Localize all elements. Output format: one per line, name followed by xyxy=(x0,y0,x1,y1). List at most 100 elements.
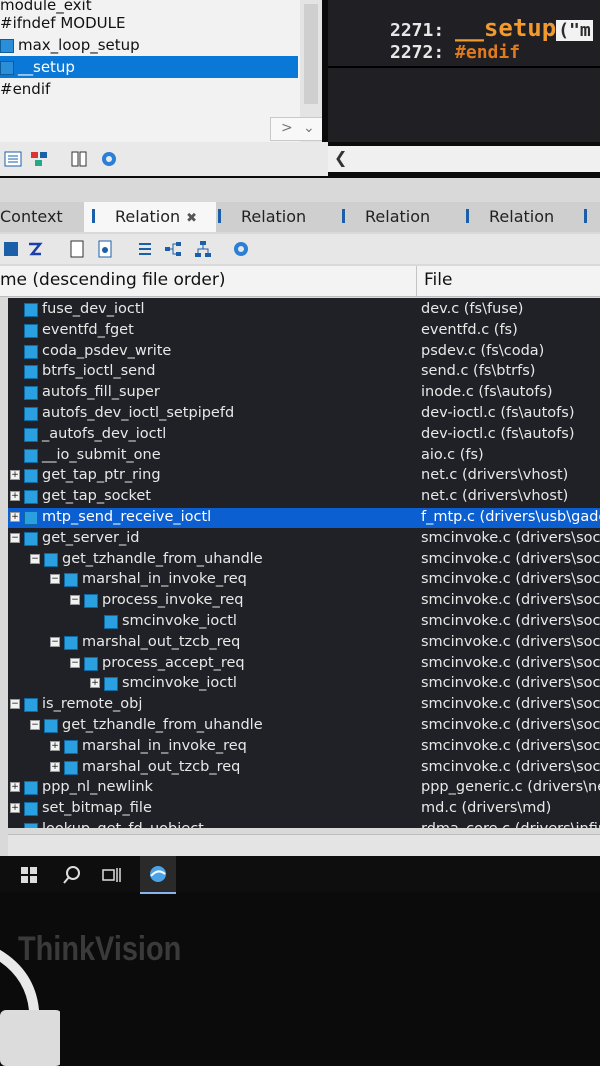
collapse-icon[interactable]: − xyxy=(30,720,40,730)
file-path: smcinvoke.c (drivers\soc\qc xyxy=(421,696,600,713)
tree-row[interactable]: − marshal_in_invoke_req smcinvoke.c (drive… xyxy=(8,570,600,590)
tree-row[interactable]: fuse_dev_ioctl dev.c (fs\fuse) xyxy=(8,300,600,320)
expand-icon[interactable]: + xyxy=(90,678,100,689)
expand-icon[interactable]: + xyxy=(10,491,20,502)
tree-row-selected[interactable]: + mtp_send_receive_ioctl f_mtp.c (drivers\… xyxy=(8,508,600,528)
tree-row[interactable]: lookup_get_fd_uobject rdma_core.c (driver… xyxy=(8,820,600,828)
horizontal-scrollbar[interactable]: ❮ xyxy=(328,146,600,172)
sort-icon[interactable] xyxy=(30,150,48,168)
collapse-icon[interactable]: − xyxy=(70,657,80,668)
chevron-right-icon[interactable]: > xyxy=(281,120,293,136)
gear-icon[interactable] xyxy=(100,150,118,168)
search-icon[interactable] xyxy=(62,865,82,885)
code-line: 2271: __setup ("m xyxy=(390,14,593,42)
tree-row[interactable]: eventfd_fget eventfd.c (fs) xyxy=(8,321,600,341)
taskbar-app-active[interactable] xyxy=(140,856,176,894)
tree-row[interactable]: − marshal_out_tzcb_req smcinvoke.c (driver… xyxy=(8,633,600,653)
refresh-icon[interactable] xyxy=(26,240,44,258)
function-name: eventfd_fget xyxy=(42,321,134,338)
function-name: get_tap_ptr_ring xyxy=(42,467,161,484)
symbol-text: __setup xyxy=(18,58,75,76)
relation-icon xyxy=(342,209,359,223)
tree-row[interactable]: + marshal_in_invoke_req smcinvoke.c (drive… xyxy=(8,737,600,757)
code-function: __setup xyxy=(455,14,557,42)
close-icon[interactable]: ✖ xyxy=(186,211,197,226)
expand-icon[interactable]: + xyxy=(10,803,20,814)
symbol-line[interactable]: #endif xyxy=(0,78,50,100)
task-view-icon[interactable] xyxy=(102,866,122,884)
book-icon[interactable] xyxy=(70,150,88,168)
collapse-icon[interactable]: − xyxy=(10,699,20,710)
relation-tree[interactable]: fuse_dev_ioctl dev.c (fs\fuse) eventfd_fge… xyxy=(8,298,600,828)
tab-relation[interactable]: Relation xyxy=(462,202,582,232)
expand-icon[interactable]: + xyxy=(50,740,60,751)
tree-row[interactable]: __io_submit_one aio.c (fs) xyxy=(8,446,600,466)
tree-row[interactable]: + ppp_nl_newlink ppp_generic.c (drivers\ne… xyxy=(8,778,600,798)
tree-row[interactable]: − is_remote_obj smcinvoke.c (drivers\soc\q… xyxy=(8,695,600,715)
symbol-list-panel[interactable]: module_exit #ifndef MODULE max_loop_setu… xyxy=(0,0,322,142)
collapse-icon[interactable]: − xyxy=(10,532,20,543)
document-icon[interactable] xyxy=(68,240,86,258)
windows-start-icon[interactable] xyxy=(20,866,38,884)
collapse-icon[interactable]: − xyxy=(50,574,60,585)
expand-icon[interactable]: + xyxy=(50,761,60,772)
tree-row[interactable]: coda_psdev_write psdev.c (fs\coda) xyxy=(8,342,600,362)
sync-icon[interactable] xyxy=(96,240,114,258)
column-name-header[interactable]: me (descending file order) xyxy=(0,270,225,290)
scroll-thumb[interactable] xyxy=(304,4,318,104)
collapse-icon[interactable]: − xyxy=(30,553,40,564)
tree-row[interactable]: btrfs_ioctl_send send.c (fs\btrfs) xyxy=(8,362,600,382)
collapse-icon[interactable]: − xyxy=(70,595,80,606)
line-number: 2272: xyxy=(390,42,445,63)
tab-relation[interactable]: Relation xyxy=(338,202,458,232)
tree-row[interactable]: + get_tap_socket net.c (drivers\vhost) xyxy=(8,487,600,507)
tree-row[interactable]: − process_invoke_req smcinvoke.c (drivers\… xyxy=(8,591,600,611)
tree-row[interactable]: smcinvoke_ioctl smcinvoke.c (drivers\soc\… xyxy=(8,612,600,632)
code-editor[interactable]: 2271: __setup ("m 2272: #endif xyxy=(328,0,600,142)
tab-bar: Context Relation ✖ Relation Relation Rela… xyxy=(0,202,600,232)
tree-row[interactable]: + marshal_out_tzcb_req smcinvoke.c (driver… xyxy=(8,758,600,778)
save-icon[interactable] xyxy=(2,240,20,258)
tree-row[interactable]: _autofs_dev_ioctl dev-ioctl.c (fs\autofs) xyxy=(8,425,600,445)
tree-view-icon[interactable] xyxy=(136,240,154,258)
expand-icon[interactable]: + xyxy=(10,512,20,522)
list-view-icon[interactable] xyxy=(4,150,22,168)
column-file-header[interactable]: File xyxy=(424,270,452,290)
tree-row[interactable]: − get_server_id smcinvoke.c (drivers\soc\q xyxy=(8,529,600,549)
function-icon xyxy=(24,469,38,484)
tree-row[interactable]: autofs_dev_ioctl_setpipefd dev-ioctl.c (f… xyxy=(8,404,600,424)
function-icon xyxy=(24,365,38,380)
function-icon xyxy=(84,594,98,609)
tree-row[interactable]: − get_tzhandle_from_uhandle smcinvoke.c (d… xyxy=(8,550,600,570)
tree-row[interactable]: + set_bitmap_file md.c (drivers\md) xyxy=(8,799,600,819)
tab-overflow[interactable] xyxy=(584,202,600,232)
gear-icon[interactable] xyxy=(232,240,250,258)
symbol-line[interactable]: #ifndef MODULE xyxy=(0,12,125,34)
tree-row[interactable]: + smcinvoke_ioctl smcinvoke.c (drivers\soc… xyxy=(8,674,600,694)
symbol-dropdown[interactable]: > ⌄ xyxy=(270,117,322,141)
chevron-left-icon[interactable]: ❮ xyxy=(334,148,347,167)
file-path: dev.c (fs\fuse) xyxy=(421,301,524,317)
expand-icon[interactable]: + xyxy=(10,470,20,481)
function-icon xyxy=(104,615,118,629)
function-icon xyxy=(24,823,38,828)
column-separator[interactable] xyxy=(416,266,417,296)
chevron-down-icon[interactable]: ⌄ xyxy=(303,120,315,136)
tab-label: Relation xyxy=(489,207,555,226)
function-icon xyxy=(24,427,38,442)
tab-relation-active[interactable]: Relation ✖ xyxy=(84,202,216,232)
tree-row[interactable]: + get_tap_ptr_ring net.c (drivers\vhost) xyxy=(8,466,600,486)
hierarchy-icon[interactable] xyxy=(164,240,182,258)
tab-relation[interactable]: Relation xyxy=(214,202,334,232)
symbol-line-selected[interactable]: __setup xyxy=(0,56,298,78)
org-chart-icon[interactable] xyxy=(194,240,212,258)
symbol-line[interactable]: max_loop_setup xyxy=(0,34,298,56)
expand-icon[interactable]: + xyxy=(10,782,20,793)
file-path: smcinvoke.c (drivers\soc\qc xyxy=(421,633,600,650)
tree-row[interactable]: − get_tzhandle_from_uhandle smcinvoke.c (d… xyxy=(8,716,600,736)
tab-context[interactable]: Context xyxy=(0,202,80,232)
tree-row[interactable]: autofs_fill_super inode.c (fs\autofs) xyxy=(8,383,600,403)
collapse-icon[interactable]: − xyxy=(50,636,60,647)
tree-row[interactable]: − process_accept_req smcinvoke.c (drivers\… xyxy=(8,654,600,674)
horizontal-scrollbar[interactable] xyxy=(8,834,600,857)
